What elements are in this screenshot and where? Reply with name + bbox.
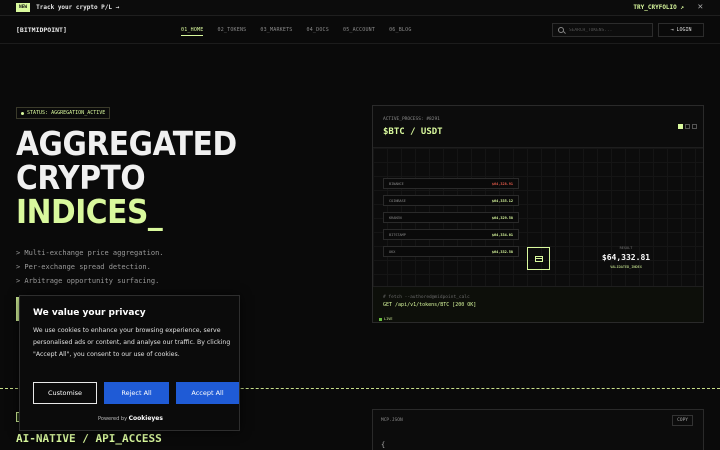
exchange-price: $64,329.58 <box>491 215 513 220</box>
nav-link-tokens[interactable]: 02_TOKENS <box>217 27 246 36</box>
exchange-price: $64,335.12 <box>491 198 513 203</box>
nav-links: 01_HOME 02_TOKENS 03_MARKETS 04_DOCS 05_ACCO… <box>181 27 412 36</box>
promo-bar: NEW Track your crypto P/L → TRY_CRYFOLIO… <box>0 0 720 16</box>
customise-button[interactable]: Customise <box>33 382 97 404</box>
live-indicator: LIVE <box>379 317 392 321</box>
terminal-command: GET /api/v1/tokens/BTC [200 OK] <box>383 302 477 308</box>
exchange-name: KRAKEN <box>389 215 402 220</box>
close-icon[interactable]: ✕ <box>698 2 703 12</box>
search-icon <box>558 27 564 33</box>
process-id: ACTIVE_PROCESS: #8291 <box>383 117 440 122</box>
live-dot-icon <box>379 317 382 321</box>
feature-list: > Multi-exchange price aggregation. > Pe… <box>16 246 164 288</box>
status-dot-icon <box>21 111 24 115</box>
aggregation-card: ACTIVE_PROCESS: #8291 $BTC / USDT RESULT… <box>372 105 704 323</box>
search-input[interactable] <box>569 27 649 33</box>
exchange-row: BINANCE $64,328.91 <box>383 178 519 189</box>
result-sub: VALIDATED_INDEX <box>610 265 642 269</box>
window-control-icon <box>678 124 683 129</box>
aggregation-diagram: RESULT $64,332.81 VALIDATED_INDEX BINANC… <box>373 148 703 286</box>
hero-title: AGGREGATED CRYPTO INDICES_ <box>16 127 237 229</box>
exchange-row: BITSTAMP $64,334.01 <box>383 229 519 240</box>
feature-item: > Per-exchange spread detection. <box>16 263 151 271</box>
status-badge: STATUS: AGGREGATION_ACTIVE <box>16 107 111 119</box>
exchange-price: $64,334.01 <box>491 232 513 237</box>
exchange-row: COINBASE $64,335.12 <box>383 195 519 206</box>
cookie-title: We value your privacy <box>33 308 146 318</box>
exchange-name: OKX <box>389 249 396 254</box>
try-cryfolio-link[interactable]: TRY_CRYFOLIO ↗ <box>633 4 684 11</box>
hero-title-line-1: AGGREGATED <box>16 124 237 163</box>
pair-title: $BTC / USDT <box>383 127 443 137</box>
feature-item: > Multi-exchange price aggregation. <box>16 249 164 257</box>
login-button[interactable]: ⇥ LOGIN <box>658 23 704 37</box>
cookieyes-logo[interactable]: Cookieyes <box>129 415 163 422</box>
feature-item: > Arbitrage opportunity surfacing. <box>16 277 160 285</box>
mcp-title: MCP.JSON <box>381 418 403 423</box>
exchange-name: BINANCE <box>389 181 404 186</box>
window-control-icon <box>692 124 697 129</box>
exchange-row: KRAKEN $64,329.58 <box>383 212 519 223</box>
result-panel: RESULT $64,332.81 VALIDATED_INDEX <box>601 246 651 269</box>
window-control-icon <box>685 124 690 129</box>
search-box[interactable] <box>552 23 653 37</box>
top-nav: [BITMIDPOINT] 01_HOME 02_TOKENS 03_MARKETS… <box>0 16 720 44</box>
hero-title-line-3: INDICES_ <box>16 192 163 231</box>
nav-link-account[interactable]: 05_ACCOUNT <box>343 27 375 36</box>
nav-link-home[interactable]: 01_HOME <box>181 27 204 36</box>
powered-by: Powered by Cookieyes <box>20 415 241 422</box>
status-text: STATUS: AGGREGATION_ACTIVE <box>27 110 106 116</box>
nav-link-docs[interactable]: 04_DOCS <box>307 27 329 36</box>
login-icon: ⇥ <box>670 27 674 33</box>
exchange-price: $64,332.58 <box>491 249 513 254</box>
nav-link-markets[interactable]: 03_MARKETS <box>260 27 292 36</box>
cookie-body: We use cookies to enhance your browsing … <box>33 327 231 358</box>
reject-all-button[interactable]: Reject All <box>104 382 169 404</box>
accept-all-button[interactable]: Accept All <box>176 382 239 404</box>
terminal-output: # fetch --authored@midpoint_calc GET /ap… <box>373 286 703 322</box>
exchange-name: COINBASE <box>389 198 406 203</box>
aggregator-node <box>527 247 550 270</box>
result-price: $64,332.81 <box>601 253 651 262</box>
exchange-name: BITSTAMP <box>389 232 406 237</box>
result-label: RESULT <box>619 246 633 250</box>
nav-link-blog[interactable]: 06_BLOG <box>389 27 411 36</box>
powered-by-label: Powered by <box>98 416 128 422</box>
hero-title-line-2: CRYPTO <box>16 158 146 197</box>
api-section-title: AI-NATIVE / API_ACCESS <box>16 432 162 445</box>
mcp-code: { <box>381 441 386 449</box>
logo[interactable]: [BITMIDPOINT] <box>16 26 67 34</box>
new-badge: NEW <box>16 3 31 12</box>
copy-button[interactable]: COPY <box>672 415 693 426</box>
aggregator-icon <box>534 255 543 262</box>
exchange-price: $64,328.91 <box>491 181 513 186</box>
cookie-consent-dialog: We value your privacy We use cookies to … <box>19 295 240 431</box>
terminal-comment: # fetch --authored@midpoint_calc <box>383 295 470 300</box>
mcp-code-panel: MCP.JSON COPY { <box>372 409 704 450</box>
live-label: LIVE <box>384 317 393 321</box>
promo-text-link[interactable]: Track your crypto P/L → <box>36 4 119 11</box>
exchange-row: OKX $64,332.58 <box>383 246 519 257</box>
login-label: LOGIN <box>676 27 692 33</box>
